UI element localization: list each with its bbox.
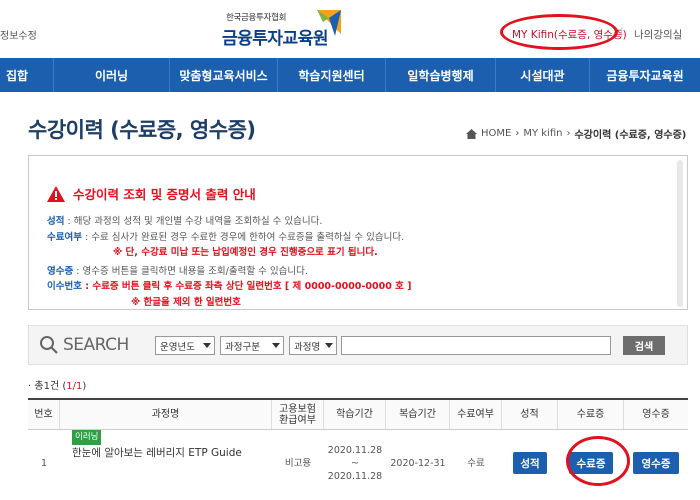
warning-icon <box>47 185 65 202</box>
th-no: 번호 <box>28 400 60 429</box>
th-course: 과정명 <box>60 400 272 429</box>
notice-title: 수강이력 조회 및 증명서 출력 안내 <box>47 184 256 203</box>
select-year-value: 운영년도 <box>160 341 195 353</box>
nav-item-facility-rental[interactable]: 시설대관 <box>496 58 590 92</box>
term-completion: 수료여부 <box>47 231 82 243</box>
site-logo[interactable]: 한국금융투자협회 금융투자교육원 <box>222 6 342 50</box>
select-course-name-value: 과정명 <box>294 341 321 353</box>
period-start: 2020.11.28 <box>327 444 383 456</box>
elearning-badge: 이러닝 <box>72 430 102 445</box>
select-course-type-value: 과정구분 <box>225 341 260 353</box>
result-count: · 총1건 (1/1) <box>28 377 86 392</box>
my-lecture-room-link[interactable]: 나의강의실 <box>634 27 682 42</box>
nav-item-institute[interactable]: 금융투자교육원 <box>590 58 700 92</box>
th-review: 복습기간 <box>386 400 450 429</box>
notice-line-receipt: 영수증 : 영수증 버튼을 클릭하면 내용을 조회/출력할 수 있습니다. <box>47 264 412 280</box>
home-icon <box>466 128 477 139</box>
logo-title: 금융투자교육원 <box>222 29 328 49</box>
logo-subtitle: 한국금융투자협회 <box>226 13 287 23</box>
row-period: 2020.11.28 ~ 2020.11.28 <box>324 430 386 496</box>
my-kifin-link[interactable]: MY Kifin(수료증, 영수증) <box>512 27 627 42</box>
select-year[interactable]: 운영년도 <box>155 336 215 355</box>
row-certificate: 수료증 <box>558 430 624 496</box>
select-course-name[interactable]: 과정명 <box>289 336 337 355</box>
completion-note: ※ 단, 수강료 미납 또는 납입예정인 경우 진행중으로 표기 됩니다. <box>113 247 378 258</box>
chevron-down-icon <box>325 343 333 348</box>
notice-title-text: 수강이력 조회 및 증명서 출력 안내 <box>73 187 256 202</box>
th-period: 학습기간 <box>324 400 386 429</box>
search-label: SEARCH <box>39 335 129 355</box>
nav-item-group[interactable]: 집합 <box>0 58 54 92</box>
nav-item-work-study[interactable]: 일학습병행제 <box>386 58 496 92</box>
notice-line-grade: 성적 : 해당 과정의 성적 및 개인별 수강 내역을 조회하실 수 있습니다. <box>47 214 412 230</box>
term-grade: 성적 <box>47 216 65 227</box>
receipt-desc: : 영수증 버튼을 클릭하면 내용을 조회/출력할 수 있습니다. <box>73 265 308 277</box>
row-no: 1 <box>40 457 48 469</box>
breadcrumb-mykifin[interactable]: MY kifin <box>523 128 562 139</box>
result-count-close: ) <box>82 381 87 392</box>
th-status: 수료여부 <box>450 400 502 429</box>
logo-mark-icon <box>317 10 341 36</box>
chevron-down-icon <box>272 343 280 348</box>
notice-box: 수강이력 조회 및 증명서 출력 안내 성적 : 해당 과정의 성적 및 개인별… <box>28 155 688 310</box>
receipt-button[interactable]: 영수증 <box>633 452 679 474</box>
edit-info-link[interactable]: 정보수정 <box>0 27 37 42</box>
th-receipt: 영수증 <box>642 409 670 420</box>
term-cert-no: 이수번호 <box>47 281 82 292</box>
main-nav: 집합 이러닝 맞춤형교육서비스 학습지원센터 일학습병행제 시설대관 금융투자교… <box>0 58 700 92</box>
notice-scrollbar[interactable] <box>677 160 683 307</box>
notice-line-cert-no: 이수번호 : 수료증 버튼 클릭 후 수료증 좌측 상단 일련번호 [ 제 00… <box>47 279 412 295</box>
term-receipt: 영수증 <box>47 265 74 277</box>
search-button[interactable]: 검색 <box>623 336 665 355</box>
notice-content: 성적 : 해당 과정의 성적 및 개인별 수강 내역을 조회하실 수 있습니다.… <box>47 214 412 310</box>
top-header: 정보수정 한국금융투자협회 금융투자교육원 MY Kifin(수료증, 영수증)… <box>0 0 700 60</box>
notice-line-completion: 수료여부 : 수료 심사가 완료된 경우 수료한 경우에 한하여 수료증을 출력… <box>47 230 412 246</box>
cert-no-note: ※ 한글을 제외 한 일련번호 <box>131 296 241 308</box>
completion-desc: : 수료 심사가 완료된 경우 수료한 경우에 한하여 수료증을 출력하실 수 … <box>81 231 405 243</box>
breadcrumb: HOME › MY kifin › 수강이력 (수료증, 영수증) <box>466 126 686 141</box>
nav-item-learning-support[interactable]: 학습지원센터 <box>278 58 386 92</box>
row-receipt: 영수증 <box>624 430 688 496</box>
row-status: 수료 <box>467 457 485 469</box>
select-course-type[interactable]: 과정구분 <box>220 336 284 355</box>
nav-item-elearning[interactable]: 이러닝 <box>54 58 170 92</box>
page-title: 수강이력 (수료증, 영수증) <box>28 118 256 142</box>
grade-button[interactable]: 성적 <box>513 452 547 474</box>
row-course: 이러닝 한눈에 알아보는 레버리지 ETP Guide <box>60 430 272 496</box>
row-review: 2020-12-31 <box>390 457 446 469</box>
grade-desc: : 해당 과정의 성적 및 개인별 수강 내역을 조회하실 수 있습니다. <box>64 216 323 227</box>
th-grade: 성적 <box>502 400 558 429</box>
th-certificate: 수료증 <box>558 400 624 429</box>
breadcrumb-current: 수강이력 (수료증, 영수증) <box>574 130 687 141</box>
result-count-suffix: 건 ( <box>49 381 67 392</box>
result-page: 1/1 <box>66 381 83 392</box>
search-input[interactable] <box>341 336 611 355</box>
certificate-button[interactable]: 수료증 <box>569 452 613 474</box>
breadcrumb-separator: › <box>566 128 571 139</box>
th-insurance: 고용보험 환급여부 <box>272 400 324 429</box>
table-header: 번호 과정명 고용보험 환급여부 학습기간 복습기간 수료여부 성적 수료증 영… <box>28 400 688 430</box>
period-tilde: ~ <box>351 457 359 469</box>
result-count-prefix: · 총 <box>28 381 44 392</box>
cert-no-desc: : 수료증 버튼 클릭 후 수료증 좌측 상단 일련번호 [ 제 0000-00… <box>81 281 412 292</box>
chevron-down-icon <box>203 343 211 348</box>
search-label-text: SEARCH <box>63 335 129 355</box>
breadcrumb-separator: › <box>515 128 520 139</box>
history-table: 번호 과정명 고용보험 환급여부 학습기간 복습기간 수료여부 성적 수료증 영… <box>28 398 688 496</box>
row-grade: 성적 <box>502 430 558 496</box>
course-name-link[interactable]: 한눈에 알아보는 레버리지 ETP Guide <box>72 447 242 460</box>
table-row: 1 이러닝 한눈에 알아보는 레버리지 ETP Guide 비고용 2020.1… <box>28 430 688 496</box>
header-separator: | <box>620 27 624 38</box>
search-panel: SEARCH 운영년도 과정구분 과정명 검색 <box>28 325 688 365</box>
nav-item-custom-education[interactable]: 맞춤형교육서비스 <box>170 58 278 92</box>
notice-line-cert-no-note: ※ 한글을 제외 한 일련번호 <box>47 295 412 311</box>
breadcrumb-home[interactable]: HOME <box>481 128 511 139</box>
period-end: 2020.11.28 <box>327 470 383 482</box>
search-icon <box>40 336 58 354</box>
notice-line-completion-note: ※ 단, 수강료 미납 또는 납입예정인 경우 진행중으로 표기 됩니다. <box>47 245 412 261</box>
row-insurance: 비고용 <box>284 457 312 469</box>
